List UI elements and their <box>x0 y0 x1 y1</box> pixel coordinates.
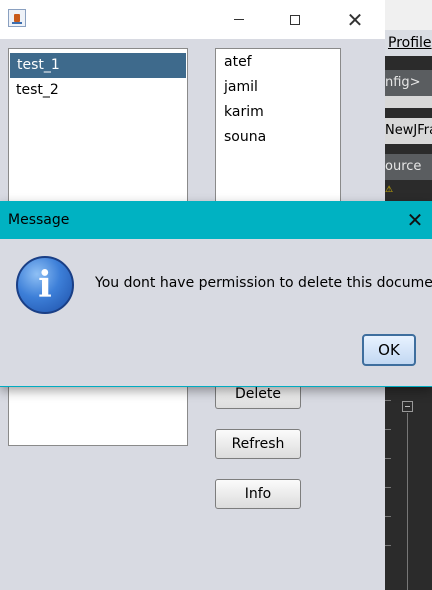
java-app-icon <box>8 9 26 27</box>
ide-toolbar-blank <box>385 96 432 108</box>
info-icon: i <box>16 256 74 314</box>
ok-button[interactable]: OK <box>362 334 416 366</box>
users-list[interactable]: atef jamil karim souna <box>215 48 341 208</box>
close-icon: ✕ <box>406 208 424 232</box>
refresh-button[interactable]: Refresh <box>215 429 301 459</box>
secondary-list[interactable] <box>8 382 188 446</box>
ide-tab-source[interactable]: ource <box>385 154 432 180</box>
ide-titlebar <box>385 0 432 30</box>
dialog-message: You dont have permission to delete this … <box>95 275 432 291</box>
close-button[interactable]: ✕ <box>332 0 378 39</box>
close-icon: ✕ <box>346 7 364 32</box>
maximize-icon <box>290 14 300 25</box>
minimize-button[interactable] <box>216 0 262 39</box>
list-item[interactable]: test_2 <box>9 78 187 103</box>
dialog-titlebar: Message ✕ <box>0 201 432 239</box>
window-titlebar: ✕ <box>0 0 385 39</box>
message-dialog: Message ✕ i You dont have permission to … <box>0 201 432 387</box>
ide-toolbar-config[interactable]: nfig> <box>385 70 432 96</box>
list-item[interactable]: karim <box>216 100 340 125</box>
dialog-close-button[interactable]: ✕ <box>398 201 432 239</box>
ide-tab-newjframe[interactable]: NewJFra <box>385 118 432 144</box>
line-number-ticks <box>385 400 395 590</box>
fold-guide-line <box>407 413 408 590</box>
list-item[interactable]: jamil <box>216 75 340 100</box>
list-item[interactable]: atef <box>216 50 340 75</box>
minimize-icon <box>234 19 244 20</box>
list-item[interactable]: souna <box>216 125 340 150</box>
list-item[interactable]: test_1 <box>10 53 186 78</box>
documents-list[interactable]: test_1 test_2 <box>8 48 188 208</box>
dialog-title: Message <box>8 212 70 228</box>
info-button[interactable]: Info <box>215 479 301 509</box>
maximize-button[interactable] <box>272 0 318 39</box>
ide-menu-profile[interactable]: Profile <box>385 30 432 56</box>
fold-collapse-icon[interactable] <box>402 401 413 412</box>
warning-marker-icon: ⚠ <box>385 185 394 195</box>
